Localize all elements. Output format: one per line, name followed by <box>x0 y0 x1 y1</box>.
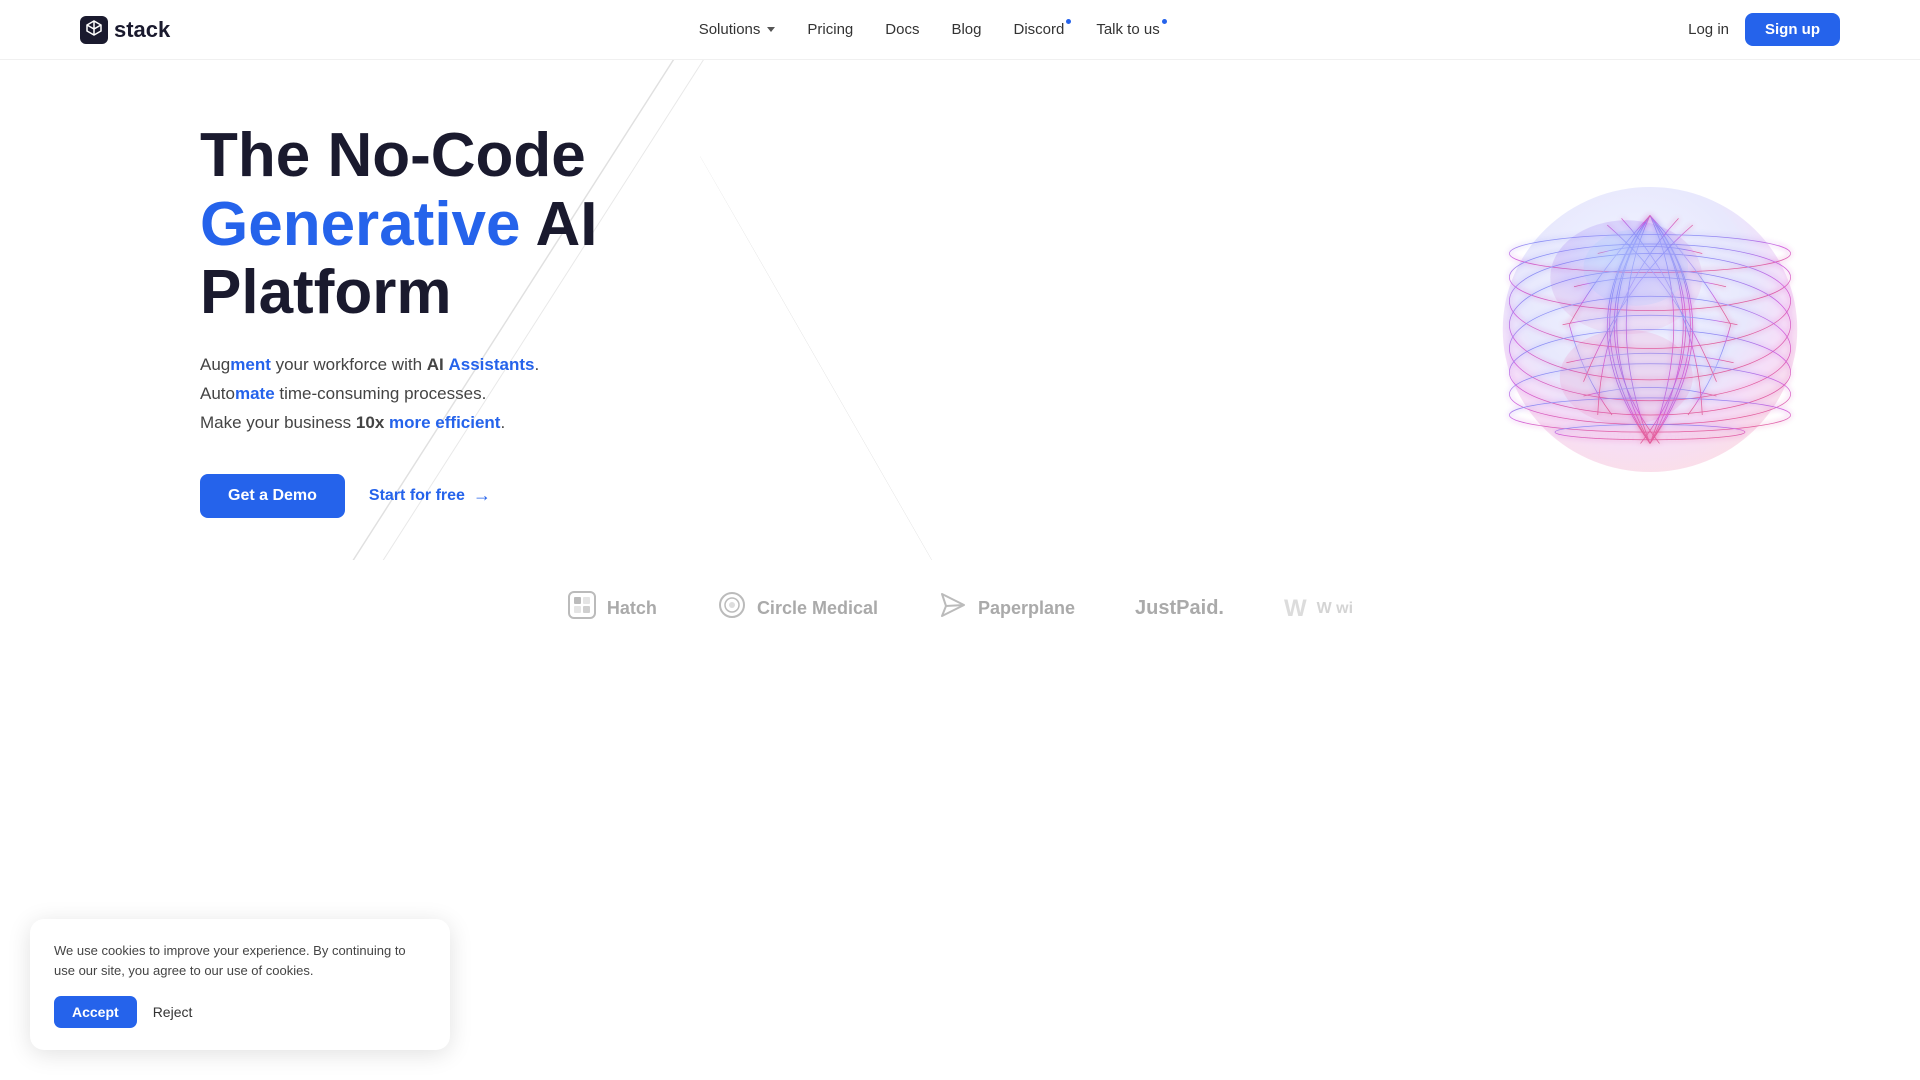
hero-content: The No-Code Generative AI Platform Augme… <box>200 122 1840 517</box>
paperplane-svg <box>938 590 968 620</box>
nav-solutions[interactable]: Solutions <box>699 21 776 38</box>
nav-docs[interactable]: Docs <box>885 21 919 38</box>
sphere-container <box>1460 130 1840 510</box>
logo-paperplane: Paperplane <box>938 590 1075 627</box>
hero-visual <box>1460 130 1840 510</box>
nav-actions: Log in Sign up <box>1688 13 1840 46</box>
circle-medical-svg <box>717 590 747 620</box>
cookie-banner: We use cookies to improve your experienc… <box>30 919 450 1050</box>
hatch-icon <box>567 590 597 627</box>
get-demo-button[interactable]: Get a Demo <box>200 474 345 518</box>
logo-icon <box>80 16 108 44</box>
logo-w: W W wi <box>1284 595 1353 623</box>
nav-links: Solutions Pricing Docs Blog Discord Talk… <box>699 21 1160 38</box>
nav-pricing[interactable]: Pricing <box>807 21 853 38</box>
logo-justpaid: JustPaid. <box>1135 597 1224 620</box>
circle-medical-icon <box>717 590 747 627</box>
logo[interactable]: stack <box>80 16 170 44</box>
logos-section: Hatch Circle Medical Paperplane JustPaid… <box>0 560 1920 687</box>
navbar: stack Solutions Pricing Docs Blog Discor… <box>0 0 1920 60</box>
hatch-svg <box>567 590 597 620</box>
circle-medical-label: Circle Medical <box>757 598 878 619</box>
cookie-reject-button[interactable]: Reject <box>149 996 197 1028</box>
w-icon: W <box>1284 595 1307 623</box>
talk-to-us-dot <box>1162 19 1167 24</box>
start-free-link[interactable]: Start for free → <box>369 485 491 506</box>
logo-text: stack <box>114 17 170 43</box>
paperplane-icon <box>938 590 968 627</box>
nav-blog[interactable]: Blog <box>951 21 981 38</box>
sphere-graphic <box>1460 130 1840 510</box>
signup-button[interactable]: Sign up <box>1745 13 1840 46</box>
login-button[interactable]: Log in <box>1688 21 1729 38</box>
logo-hatch: Hatch <box>567 590 657 627</box>
cookie-text: We use cookies to improve your experienc… <box>54 941 426 980</box>
cookie-actions: Accept Reject <box>54 996 426 1028</box>
hero-title: The No-Code Generative AI Platform <box>200 122 597 327</box>
arrow-right-icon: → <box>473 485 491 506</box>
hatch-label: Hatch <box>607 598 657 619</box>
nav-discord[interactable]: Discord <box>1013 21 1064 38</box>
hero-text: The No-Code Generative AI Platform Augme… <box>200 122 597 517</box>
cookie-accept-button[interactable]: Accept <box>54 996 137 1028</box>
discord-dot <box>1066 19 1071 24</box>
paperplane-label: Paperplane <box>978 598 1075 619</box>
justpaid-label: JustPaid. <box>1135 597 1224 620</box>
hero-section: The No-Code Generative AI Platform Augme… <box>0 60 1920 560</box>
w-label: W wi <box>1317 600 1353 618</box>
hero-description: Augment your workforce with AI Assistant… <box>200 351 597 438</box>
nav-talk-to-us[interactable]: Talk to us <box>1096 21 1159 38</box>
hero-actions: Get a Demo Start for free → <box>200 474 597 518</box>
logo-circle-medical: Circle Medical <box>717 590 878 627</box>
chevron-down-icon <box>767 27 775 32</box>
